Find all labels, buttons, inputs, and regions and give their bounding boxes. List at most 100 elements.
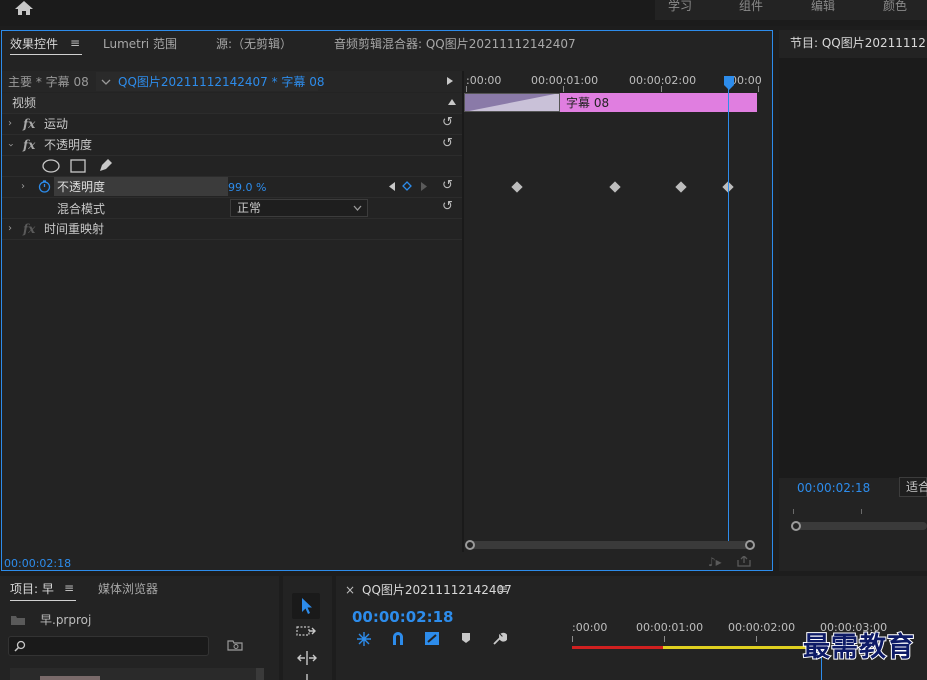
- new-bin-from-search-icon[interactable]: [227, 639, 243, 651]
- track-select-forward-icon[interactable]: [296, 624, 318, 640]
- workspace-tab-color[interactable]: 颜色: [883, 0, 907, 12]
- panel-menu-icon[interactable]: ≡: [64, 582, 74, 594]
- program-zoom-scrollbar[interactable]: [791, 522, 927, 530]
- master-clip-label[interactable]: 主要 * 字幕 08: [8, 76, 89, 88]
- current-timecode[interactable]: 00:00:02:18: [4, 558, 71, 569]
- panel-menu-icon[interactable]: ≡: [70, 37, 80, 49]
- work-area-unrendered[interactable]: [663, 646, 823, 649]
- tab-media-browser[interactable]: 媒体浏览器: [98, 583, 158, 595]
- ripple-edit-tool-icon[interactable]: [296, 650, 318, 666]
- sequence-tab[interactable]: QQ图片20211112142407: [362, 584, 512, 596]
- fit-value: 适合: [906, 480, 927, 494]
- ruler-label: 00:00:02:00: [629, 74, 697, 87]
- tab-audio-clip-mixer[interactable]: 音频剪辑混合器: QQ图片20211112142407: [334, 38, 576, 50]
- selection-arrow-icon: [302, 598, 312, 614]
- rectangle-mask-icon[interactable]: [70, 159, 86, 173]
- opacity-value[interactable]: 99.0 %: [228, 182, 266, 193]
- audio-only-icon[interactable]: ♪▸: [708, 556, 722, 568]
- zoom-handle-left[interactable]: [465, 540, 475, 550]
- chevron-down-icon: [353, 205, 362, 211]
- video-section-header: [2, 93, 462, 113]
- program-timecode[interactable]: 00:00:02:18: [797, 482, 870, 494]
- program-video-area[interactable]: [779, 58, 927, 478]
- previous-keyframe-icon[interactable]: [388, 182, 396, 191]
- snap-magnet-icon[interactable]: [391, 631, 405, 646]
- active-tab-underline: [10, 54, 82, 55]
- expand-time-remap-chevron[interactable]: ›: [8, 224, 12, 234]
- next-keyframe-icon[interactable]: [420, 182, 428, 191]
- wrench-settings-icon[interactable]: [492, 631, 507, 646]
- reset-motion-icon[interactable]: ↺: [442, 116, 453, 129]
- reset-opacity-param-icon[interactable]: ↺: [442, 179, 453, 192]
- search-icon: [14, 640, 26, 652]
- pen-mask-icon[interactable]: [98, 157, 114, 173]
- timeline-zoom-scrollbar[interactable]: [468, 541, 752, 549]
- stopwatch-icon[interactable]: [38, 180, 51, 193]
- project-thumbnail[interactable]: [40, 676, 100, 680]
- tab-effect-controls[interactable]: 效果控件: [10, 38, 58, 50]
- workspace-tabs: 学习 组件 编辑 颜色: [655, 0, 927, 20]
- add-keyframe-icon[interactable]: [402, 181, 412, 191]
- workspace-tab-learn[interactable]: 学习: [668, 0, 692, 12]
- transition-clip[interactable]: [464, 93, 560, 112]
- folder-icon: [11, 616, 25, 625]
- keyframe-marker[interactable]: [675, 181, 687, 193]
- timeline-ruler-label: 00:00:02:00: [728, 621, 796, 634]
- project-scrollbar[interactable]: [256, 668, 264, 680]
- effect-controls-panel: 效果控件 ≡ Lumetri 范围 源:（无剪辑） 音频剪辑混合器: QQ图片2…: [1, 30, 773, 571]
- tools-panel: [283, 576, 332, 680]
- fx-icon[interactable]: fx: [23, 118, 35, 130]
- ruler-label: 00:00:01:00: [531, 74, 599, 87]
- time-remap-label: 时间重映射: [44, 222, 105, 236]
- tab-project[interactable]: 项目: 早: [10, 583, 54, 595]
- project-search-input[interactable]: [8, 636, 209, 656]
- ellipse-mask-icon[interactable]: [42, 159, 60, 173]
- timeline-panel: × QQ图片20211112142407 ≡ 00:00:02:18 :00:0…: [336, 576, 927, 680]
- sequence-clip-label[interactable]: QQ图片20211112142407 * 字幕 08: [118, 76, 325, 88]
- add-marker-icon[interactable]: [461, 632, 471, 644]
- keyframe-marker[interactable]: [511, 181, 523, 193]
- program-monitor-title[interactable]: 节目: QQ图片2021111214: [790, 37, 927, 49]
- timeline-ruler-label: 00:00:01:00: [636, 621, 704, 634]
- motion-effect-label: 运动: [44, 117, 69, 131]
- keyframe-marker[interactable]: [609, 181, 621, 193]
- panel-menu-icon[interactable]: ≡: [498, 583, 508, 595]
- watermark-logo: 最需教育: [802, 632, 915, 663]
- opacity-effect-label: 不透明度: [44, 138, 93, 152]
- home-icon[interactable]: [14, 0, 34, 16]
- playhead-handle[interactable]: [723, 76, 735, 90]
- expand-opacity-chevron[interactable]: ›: [5, 143, 16, 147]
- timeline-ruler-label: :00:00: [572, 621, 608, 634]
- workspace-tab-assembly[interactable]: 组件: [739, 0, 763, 12]
- active-tab-underline: [10, 600, 76, 601]
- project-file-name[interactable]: 早.prproj: [40, 614, 91, 626]
- nest-sequence-icon[interactable]: [356, 631, 372, 647]
- ruler-label: :00:00: [466, 74, 502, 87]
- program-zoom-handle[interactable]: [791, 521, 801, 531]
- zoom-handle-right[interactable]: [745, 540, 755, 550]
- clip-name-label: 字幕 08: [566, 96, 610, 110]
- video-section-label: 视频: [12, 96, 37, 110]
- tab-source[interactable]: 源:（无剪辑）: [216, 38, 292, 50]
- reset-opacity-icon[interactable]: ↺: [442, 137, 453, 150]
- expand-opacity-param-chevron[interactable]: ›: [21, 182, 25, 192]
- tab-lumetri-scopes[interactable]: Lumetri 范围: [103, 38, 177, 50]
- collapse-up-icon[interactable]: [448, 99, 456, 105]
- blend-mode-value: 正常: [237, 201, 262, 215]
- work-area-rendered[interactable]: [572, 646, 663, 649]
- more-tools-icon[interactable]: [303, 674, 311, 680]
- timeline-timecode[interactable]: 00:00:02:18: [352, 610, 454, 625]
- program-monitor-panel: 节目: QQ图片2021111214 00:00:02:18 适合: [779, 30, 927, 571]
- fx-icon[interactable]: fx: [23, 223, 35, 235]
- opacity-param-label: 不透明度: [57, 180, 106, 194]
- project-panel: 项目: 早 ≡ 媒体浏览器 早.prproj: [0, 576, 279, 680]
- workspace-tab-editing[interactable]: 编辑: [811, 0, 835, 12]
- play-only-clip-icon[interactable]: [446, 76, 454, 86]
- playhead-line: [728, 86, 729, 541]
- reset-blend-mode-icon[interactable]: ↺: [442, 200, 453, 213]
- fx-icon[interactable]: fx: [23, 139, 35, 151]
- close-sequence-icon[interactable]: ×: [345, 584, 355, 596]
- export-frame-icon[interactable]: [737, 556, 751, 567]
- linked-selection-icon[interactable]: [424, 631, 440, 646]
- expand-motion-chevron[interactable]: ›: [8, 119, 12, 129]
